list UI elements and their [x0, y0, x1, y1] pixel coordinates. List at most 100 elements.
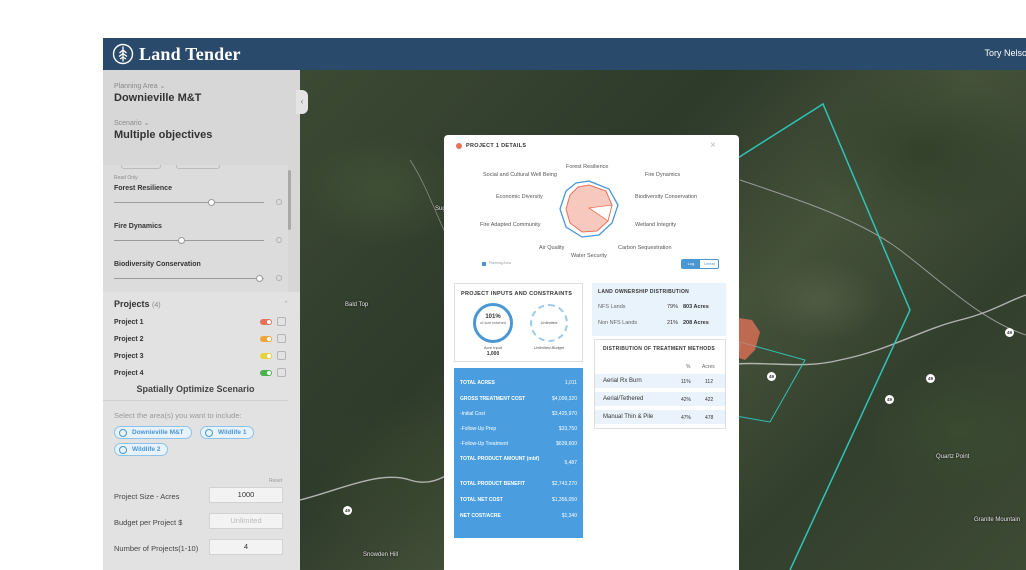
project-size-label: Project Size - Acres: [114, 492, 180, 501]
criterion-name: Fire Dynamics: [114, 223, 162, 230]
scale-linear-button[interactable]: Linear: [700, 260, 718, 268]
area-chip-downieville[interactable]: Downieville M&T: [114, 426, 192, 439]
tree-logo-icon[interactable]: [112, 43, 134, 65]
sidebar-collapse-button[interactable]: ‹: [296, 90, 308, 114]
project-details-icon[interactable]: [277, 368, 286, 377]
project-count-input[interactable]: 4: [209, 539, 283, 555]
inputs-title: PROJECT INPUTS AND CONSTRAINTS: [461, 291, 573, 297]
check-circle-icon: [205, 428, 213, 437]
legend-swatch: [482, 262, 486, 266]
distribution-title: DISTRIBUTION OF TREATMENT METHODS: [603, 346, 716, 352]
ownership-title: LAND OWNERSHIP DISTRIBUTION: [598, 289, 690, 295]
inputs-constraints-panel: PROJECT INPUTS AND CONSTRAINTS 101% of s…: [454, 283, 583, 362]
road-line: [739, 179, 1026, 336]
legend-label: Planning Area: [489, 261, 511, 265]
project-toggle[interactable]: [260, 336, 272, 342]
weight-button[interactable]: [176, 165, 220, 169]
planning-area-select[interactable]: Downieville M&T: [114, 92, 201, 104]
project-toggle[interactable]: [260, 353, 272, 359]
distribution-row: Manual Thin & Pile 47% 478: [595, 410, 725, 424]
projects-panel: Projects (4) ⌃ Project 1 Project 2 Proje…: [103, 292, 300, 570]
project-row[interactable]: Project 4: [114, 367, 289, 381]
totals-panel: TOTAL ACRES 1,011 GROSS TREATMENT COST $4,…: [454, 368, 583, 538]
projects-title: Projects (4): [114, 299, 161, 309]
treatment-distribution-panel: DISTRIBUTION OF TREATMENT METHODS % Acre…: [594, 339, 726, 429]
radar-label: Carbon Sequestration: [618, 245, 672, 251]
scenario-select[interactable]: Multiple objectives: [114, 129, 212, 141]
budget-label: Budget per Project $: [114, 518, 183, 527]
criteria-panel: Read Only Forest Resilience Fire Dynamic…: [103, 165, 288, 293]
acre-progress-ring: 101% of size reached: [473, 303, 513, 343]
acre-percent: 101%: [485, 314, 501, 320]
budget-input[interactable]: Unlimited: [209, 513, 283, 529]
chevron-up-icon[interactable]: ⌃: [283, 300, 289, 308]
acre-reached-text: of size reached: [480, 321, 506, 325]
project-row[interactable]: Project 2: [114, 333, 289, 347]
slider-thumb[interactable]: [256, 275, 263, 282]
radar-label: Social and Cultural Well Being: [483, 172, 557, 178]
criterion-slider[interactable]: [114, 278, 264, 279]
project-color-dot: [456, 143, 462, 149]
project-details-icon[interactable]: [277, 317, 286, 326]
radar-label: Biodiversity Conservation: [635, 194, 698, 200]
acre-input-value: 1,000: [486, 351, 500, 357]
check-circle-icon: [119, 428, 127, 437]
project-details-icon[interactable]: [277, 351, 286, 360]
criteria-scrollbar[interactable]: [288, 170, 291, 230]
top-bar: Land Tender Tory Nelson: [103, 38, 1026, 70]
radar-label: Forest Resilience: [566, 164, 609, 170]
slider-thumb[interactable]: [208, 199, 215, 206]
project-toggle[interactable]: [260, 370, 272, 376]
project-size-input[interactable]: 1000: [209, 487, 283, 503]
reset-link[interactable]: Reset: [269, 478, 282, 484]
map-label-granite-mountain: Granite Mountain: [974, 517, 1021, 523]
route-badge: 49: [767, 372, 776, 381]
app-window: Land Tender Tory Nelson Bald Top Snowden…: [103, 38, 1026, 570]
route-badge: 49: [885, 395, 894, 404]
app-title: Land Tender: [139, 44, 241, 64]
project-count-label: Number of Projects(1-10): [114, 544, 199, 553]
criterion-name: Biodiversity Conservation: [114, 261, 201, 268]
select-area-text: Select the area(s) you want to include:: [114, 411, 242, 420]
ownership-row: NFS Lands 79% 803 Acres: [598, 304, 709, 310]
area-chip-wildlife-2[interactable]: Wildlife 2: [114, 443, 169, 456]
land-ownership-panel: LAND OWNERSHIP DISTRIBUTION NFS Lands 79…: [592, 283, 726, 336]
ownership-row: Non NFS Lands 21% 208 Acres: [598, 320, 709, 326]
radar-label: Water Security: [571, 253, 607, 259]
route-badge: 49: [1005, 328, 1014, 337]
scenario-label: Scenario ⌄: [114, 120, 150, 127]
info-icon[interactable]: [276, 237, 282, 243]
radar-label: Economic Diversity: [496, 194, 543, 200]
area-chip-wildlife-1[interactable]: Wildlife 1: [200, 426, 255, 439]
project-row[interactable]: Project 3: [114, 350, 289, 364]
project-row[interactable]: Project 1: [114, 316, 289, 330]
user-menu[interactable]: Tory Nelson: [984, 48, 1026, 58]
close-icon[interactable]: ×: [710, 140, 716, 151]
info-icon[interactable]: [276, 275, 282, 281]
planning-area-label: Planning Area ⌄: [114, 83, 166, 90]
project-name: Project 4: [114, 370, 144, 377]
criterion-slider[interactable]: [114, 240, 264, 241]
project-details-modal: PROJECT 1 DETAILS × Forest Resilience So…: [444, 135, 739, 570]
scale-log-button[interactable]: Log: [682, 260, 700, 268]
budget-ring-text: Unlimited: [540, 320, 558, 325]
budget-label: Unlimited Budget: [533, 345, 565, 350]
sidebar: Planning Area ⌄ Downieville M&T Scenario…: [103, 70, 300, 570]
distribution-row: Aerial Rx Burn 11% 112: [595, 374, 725, 388]
check-circle-icon: [119, 445, 127, 454]
criterion-slider[interactable]: [114, 202, 264, 203]
project-toggle[interactable]: [260, 319, 272, 325]
map-label-quartz-point: Quartz Point: [936, 454, 970, 460]
map-label-bald-top: Bald Top: [345, 302, 369, 308]
weight-button[interactable]: [121, 165, 161, 169]
budget-ring: Unlimited: [530, 304, 568, 342]
route-badge: 49: [926, 374, 935, 383]
column-header-percent: %: [686, 364, 691, 370]
project-details-icon[interactable]: [277, 334, 286, 343]
info-icon[interactable]: [276, 199, 282, 205]
project-name: Project 3: [114, 353, 144, 360]
route-badge: 49: [343, 506, 352, 515]
slider-thumb[interactable]: [178, 237, 185, 244]
radar-label: Fire Dynamics: [645, 172, 681, 178]
map-label-snowden-hill: Snowden Hill: [363, 552, 399, 558]
